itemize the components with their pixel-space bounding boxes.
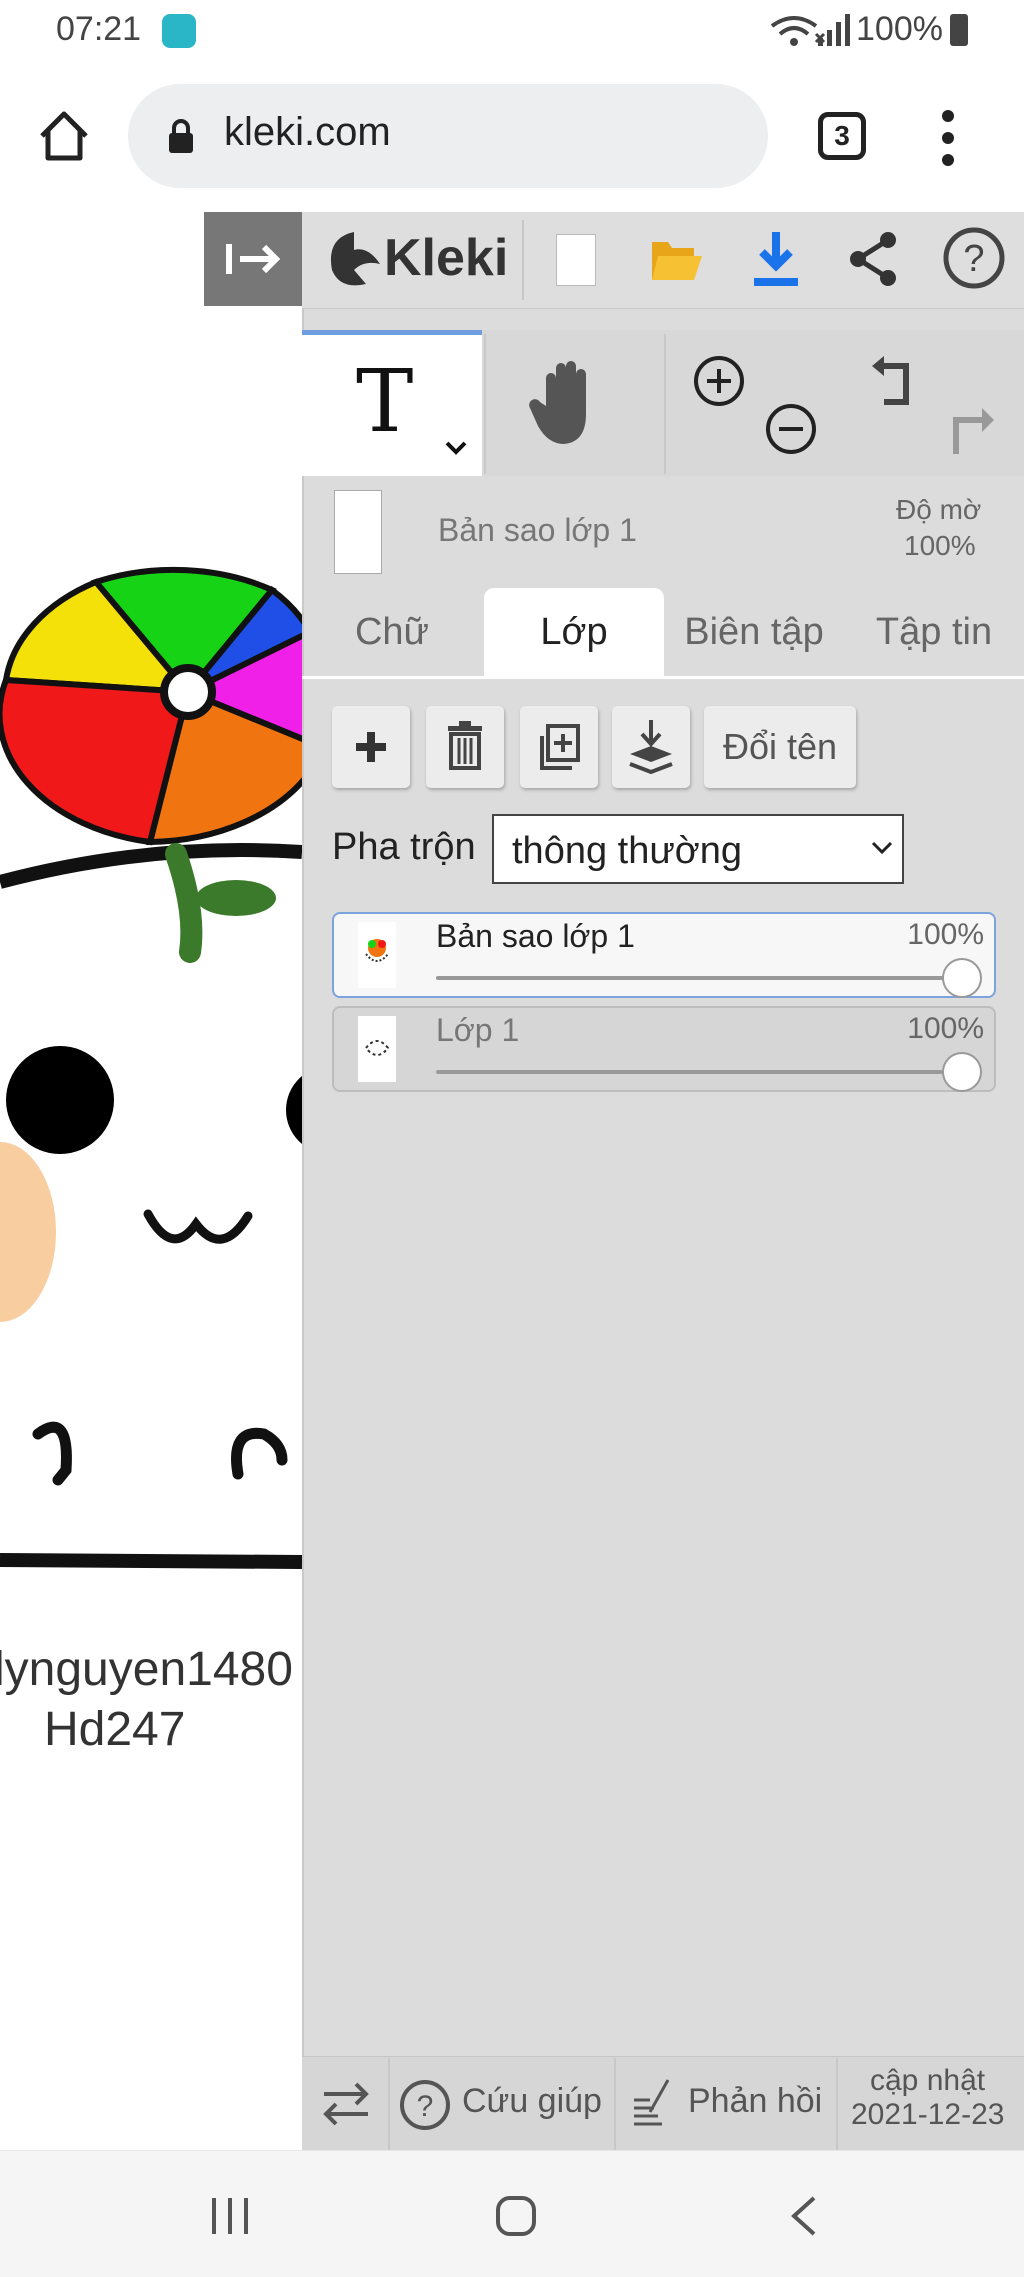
redo-icon[interactable]: [940, 402, 996, 458]
delete-layer-button[interactable]: [426, 706, 504, 788]
kleki-logo-icon: [330, 232, 380, 286]
layer-thumbnail: [358, 922, 396, 988]
layer-opacity-slider[interactable]: [436, 976, 966, 980]
browser-menu-icon[interactable]: [940, 108, 956, 168]
canvas-text-line-1: lynguyen1480: [0, 1643, 293, 1696]
update-label: cập nhật: [870, 2064, 986, 2097]
opacity-label: Độ mờ: [896, 494, 982, 525]
footer-divider: [388, 2058, 390, 2150]
tab-edit[interactable]: Biên tập: [668, 588, 840, 676]
layer-name: Bản sao lớp 1: [436, 918, 635, 954]
chevron-down-icon[interactable]: [444, 440, 468, 456]
tab-file[interactable]: Tập tin: [854, 588, 1014, 676]
layer-thumbnail: [358, 1016, 396, 1082]
layer-opacity: 100%: [907, 1012, 984, 1045]
active-layer-name: Bản sao lớp 1: [438, 512, 637, 548]
layer-item[interactable]: Bản sao lớp 1 100%: [332, 912, 996, 998]
home-nav-icon[interactable]: [494, 2194, 538, 2238]
merge-down-button[interactable]: [612, 706, 690, 788]
collapse-sidebar-button[interactable]: [204, 212, 302, 306]
layer-item[interactable]: Lớp 1 100%: [332, 1006, 996, 1092]
undo-icon[interactable]: [870, 354, 926, 410]
zoom-in-icon[interactable]: [692, 354, 746, 408]
kleki-logo[interactable]: Kleki: [384, 228, 508, 288]
help-link[interactable]: Cứu giúp: [462, 2082, 602, 2121]
tab-switcher-button[interactable]: 3: [818, 112, 866, 160]
duplicate-icon: [540, 724, 580, 770]
layer-thumbnail: [334, 490, 382, 574]
tab-underline: [302, 676, 1024, 679]
rename-label: Đổi tên: [722, 726, 838, 767]
add-layer-button[interactable]: [332, 706, 410, 788]
layer-opacity: 100%: [907, 918, 984, 951]
open-folder-icon[interactable]: [650, 234, 702, 284]
app-notification-icon: [162, 14, 196, 48]
url-text[interactable]: kleki.com: [224, 110, 391, 155]
signal-icon: [818, 14, 850, 46]
trash-icon: [448, 721, 482, 770]
blend-mode-value: thông thường: [512, 830, 742, 872]
drawing-canvas[interactable]: [0, 212, 302, 2150]
tool-divider: [484, 334, 486, 474]
help-circle-icon[interactable]: ?: [398, 2078, 452, 2132]
feedback-icon[interactable]: [632, 2076, 672, 2128]
tab-text[interactable]: Chữ: [302, 588, 482, 676]
hand-tool-icon[interactable]: [528, 356, 608, 452]
help-icon[interactable]: ?: [942, 226, 1006, 290]
duplicate-layer-button[interactable]: [520, 706, 598, 788]
share-icon[interactable]: [846, 230, 900, 288]
tool-divider: [664, 334, 666, 474]
download-icon[interactable]: [750, 230, 802, 288]
recent-apps-icon[interactable]: [208, 2194, 252, 2238]
swap-side-icon[interactable]: [318, 2080, 374, 2128]
home-icon[interactable]: [34, 106, 94, 166]
battery-percent: 100%: [856, 10, 943, 48]
svg-text:?: ?: [963, 238, 984, 280]
chevron-down-icon: [871, 841, 893, 855]
plus-icon: [356, 732, 386, 762]
collapse-arrow-icon: [226, 244, 281, 274]
canvas-drawing: [0, 566, 302, 1569]
slider-handle[interactable]: [942, 958, 982, 998]
update-date[interactable]: 2021-12-23: [851, 2098, 1004, 2132]
blend-mode-select[interactable]: thông thường: [492, 814, 904, 884]
feedback-link[interactable]: Phản hồi: [688, 2082, 822, 2121]
new-image-icon[interactable]: [556, 234, 596, 286]
blend-mode-label: Pha trộn: [332, 826, 476, 868]
opacity-value[interactable]: 100%: [904, 530, 976, 562]
merge-down-icon: [629, 720, 673, 775]
text-tool-icon: T: [356, 352, 414, 452]
toolbar-divider: [522, 220, 524, 300]
lock-icon: [169, 119, 193, 153]
zoom-out-icon[interactable]: [764, 402, 818, 456]
slider-handle[interactable]: [942, 1052, 982, 1092]
footer-divider: [836, 2058, 838, 2150]
footer-divider: [614, 2058, 616, 2150]
rename-layer-button[interactable]: Đổi tên: [704, 706, 856, 788]
battery-icon: [950, 14, 968, 46]
status-time: 07:21: [56, 10, 142, 48]
canvas-text-line-2: Hd247: [44, 1703, 186, 1756]
pinwheel-drawing: [0, 566, 302, 846]
back-icon[interactable]: [786, 2194, 822, 2238]
tab-layer[interactable]: Lớp: [484, 588, 664, 676]
layer-opacity-slider[interactable]: [436, 1070, 966, 1074]
layer-name: Lớp 1: [436, 1012, 520, 1048]
svg-text:?: ?: [417, 2090, 434, 2123]
